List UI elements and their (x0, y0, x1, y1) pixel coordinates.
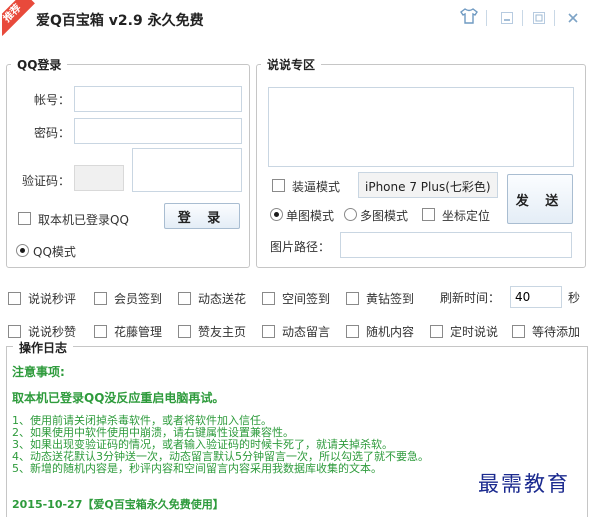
single-image-radio[interactable] (270, 208, 283, 221)
multi-image-radio[interactable] (344, 208, 357, 221)
shuoshuo-content-area[interactable] (268, 87, 574, 167)
qq-login-legend: QQ登录 (17, 58, 62, 72)
minimize-icon[interactable] (496, 8, 518, 28)
option-label: 动态送花 (198, 292, 247, 306)
single-image-label: 单图模式 (286, 209, 335, 223)
password-input[interactable] (75, 119, 241, 143)
device-select[interactable]: iPhone 7 Plus(七彩色) (358, 172, 498, 198)
option-checkbox[interactable] (178, 292, 191, 305)
option-checkbox[interactable] (178, 325, 191, 338)
image-path-label: 图片路径： (270, 240, 331, 254)
option-label: 赞友主页 (198, 325, 247, 339)
refresh-time-label: 刷新时间： (440, 291, 501, 305)
option-label: 等待添加 (532, 325, 581, 339)
captcha-field[interactable] (74, 165, 124, 191)
main-window: 推荐 爱Q百宝箱 v2.9 永久免费 QQ登录 帐号： 密码： 验证码： 取本机… (2, 0, 594, 517)
qq-mode-label: QQ模式 (33, 245, 76, 259)
captcha-input[interactable] (75, 166, 123, 190)
refresh-time-input[interactable] (511, 287, 561, 307)
refresh-unit-label: 秒 (568, 291, 581, 305)
password-label: 密码： (34, 126, 71, 140)
password-field[interactable] (74, 118, 242, 144)
window-title: 爱Q百宝箱 v2.9 永久免费 (36, 13, 204, 29)
shirt-skin-icon[interactable] (458, 6, 480, 26)
titlebar-divider (554, 10, 555, 26)
option-checkbox[interactable] (512, 325, 525, 338)
log-line: 取本机已登录QQ没反应重启电脑再试。 (12, 391, 225, 405)
image-path-input[interactable] (341, 233, 571, 257)
option-checkbox[interactable] (94, 292, 107, 305)
recommend-badge: 推荐 (2, 0, 35, 36)
titlebar-divider (522, 10, 523, 26)
option-checkbox[interactable] (262, 325, 275, 338)
option-label: 说说秒评 (28, 292, 77, 306)
operation-log-legend: 操作日志 (13, 339, 74, 356)
account-label: 帐号： (34, 93, 71, 107)
login-button[interactable]: 登 录 (164, 203, 240, 229)
captcha-label: 验证码： (22, 174, 71, 188)
title-bar: 推荐 爱Q百宝箱 v2.9 永久免费 (2, 0, 594, 40)
option-label: 会员签到 (114, 292, 163, 306)
refresh-time-field[interactable] (510, 286, 562, 308)
option-checkbox[interactable] (8, 325, 21, 338)
option-label: 花藤管理 (114, 325, 163, 339)
multi-image-label: 多图模式 (360, 209, 409, 223)
titlebar-divider (486, 10, 487, 26)
fake-mode-label: 装逼模式 (292, 180, 341, 194)
close-icon[interactable] (562, 8, 584, 28)
captcha-image-box[interactable] (132, 148, 242, 192)
option-checkbox[interactable] (8, 292, 21, 305)
fake-mode-checkbox[interactable] (272, 179, 285, 192)
option-label: 说说秒赞 (28, 325, 77, 339)
option-checkbox[interactable] (262, 292, 275, 305)
image-path-field[interactable] (340, 232, 572, 258)
qq-mode-radio[interactable] (16, 244, 29, 257)
option-label: 动态留言 (282, 325, 331, 339)
option-label: 黄钻签到 (366, 292, 415, 306)
send-button[interactable]: 发 送 (507, 174, 573, 224)
shuoshuo-legend: 说说专区 (267, 58, 316, 72)
local-login-checkbox[interactable] (18, 212, 31, 225)
account-input[interactable] (75, 87, 241, 111)
option-checkbox[interactable] (430, 325, 443, 338)
option-label: 随机内容 (366, 325, 415, 339)
option-label: 空间签到 (282, 292, 331, 306)
log-line: 注意事项: (12, 365, 65, 379)
option-label: 定时说说 (450, 325, 499, 339)
watermark-text: 最需教育 (478, 472, 570, 496)
local-login-label: 取本机已登录QQ (38, 213, 129, 227)
option-checkbox[interactable] (346, 292, 359, 305)
log-line: 2015-10-27【爱Q百宝箱永久免费使用】 (12, 498, 224, 511)
locate-label: 坐标定位 (442, 209, 491, 223)
option-checkbox[interactable] (346, 325, 359, 338)
maximize-icon[interactable] (528, 8, 550, 28)
account-field[interactable] (74, 86, 242, 112)
shuoshuo-textarea[interactable] (269, 88, 573, 166)
locate-checkbox[interactable] (422, 208, 435, 221)
option-checkbox[interactable] (94, 325, 107, 338)
